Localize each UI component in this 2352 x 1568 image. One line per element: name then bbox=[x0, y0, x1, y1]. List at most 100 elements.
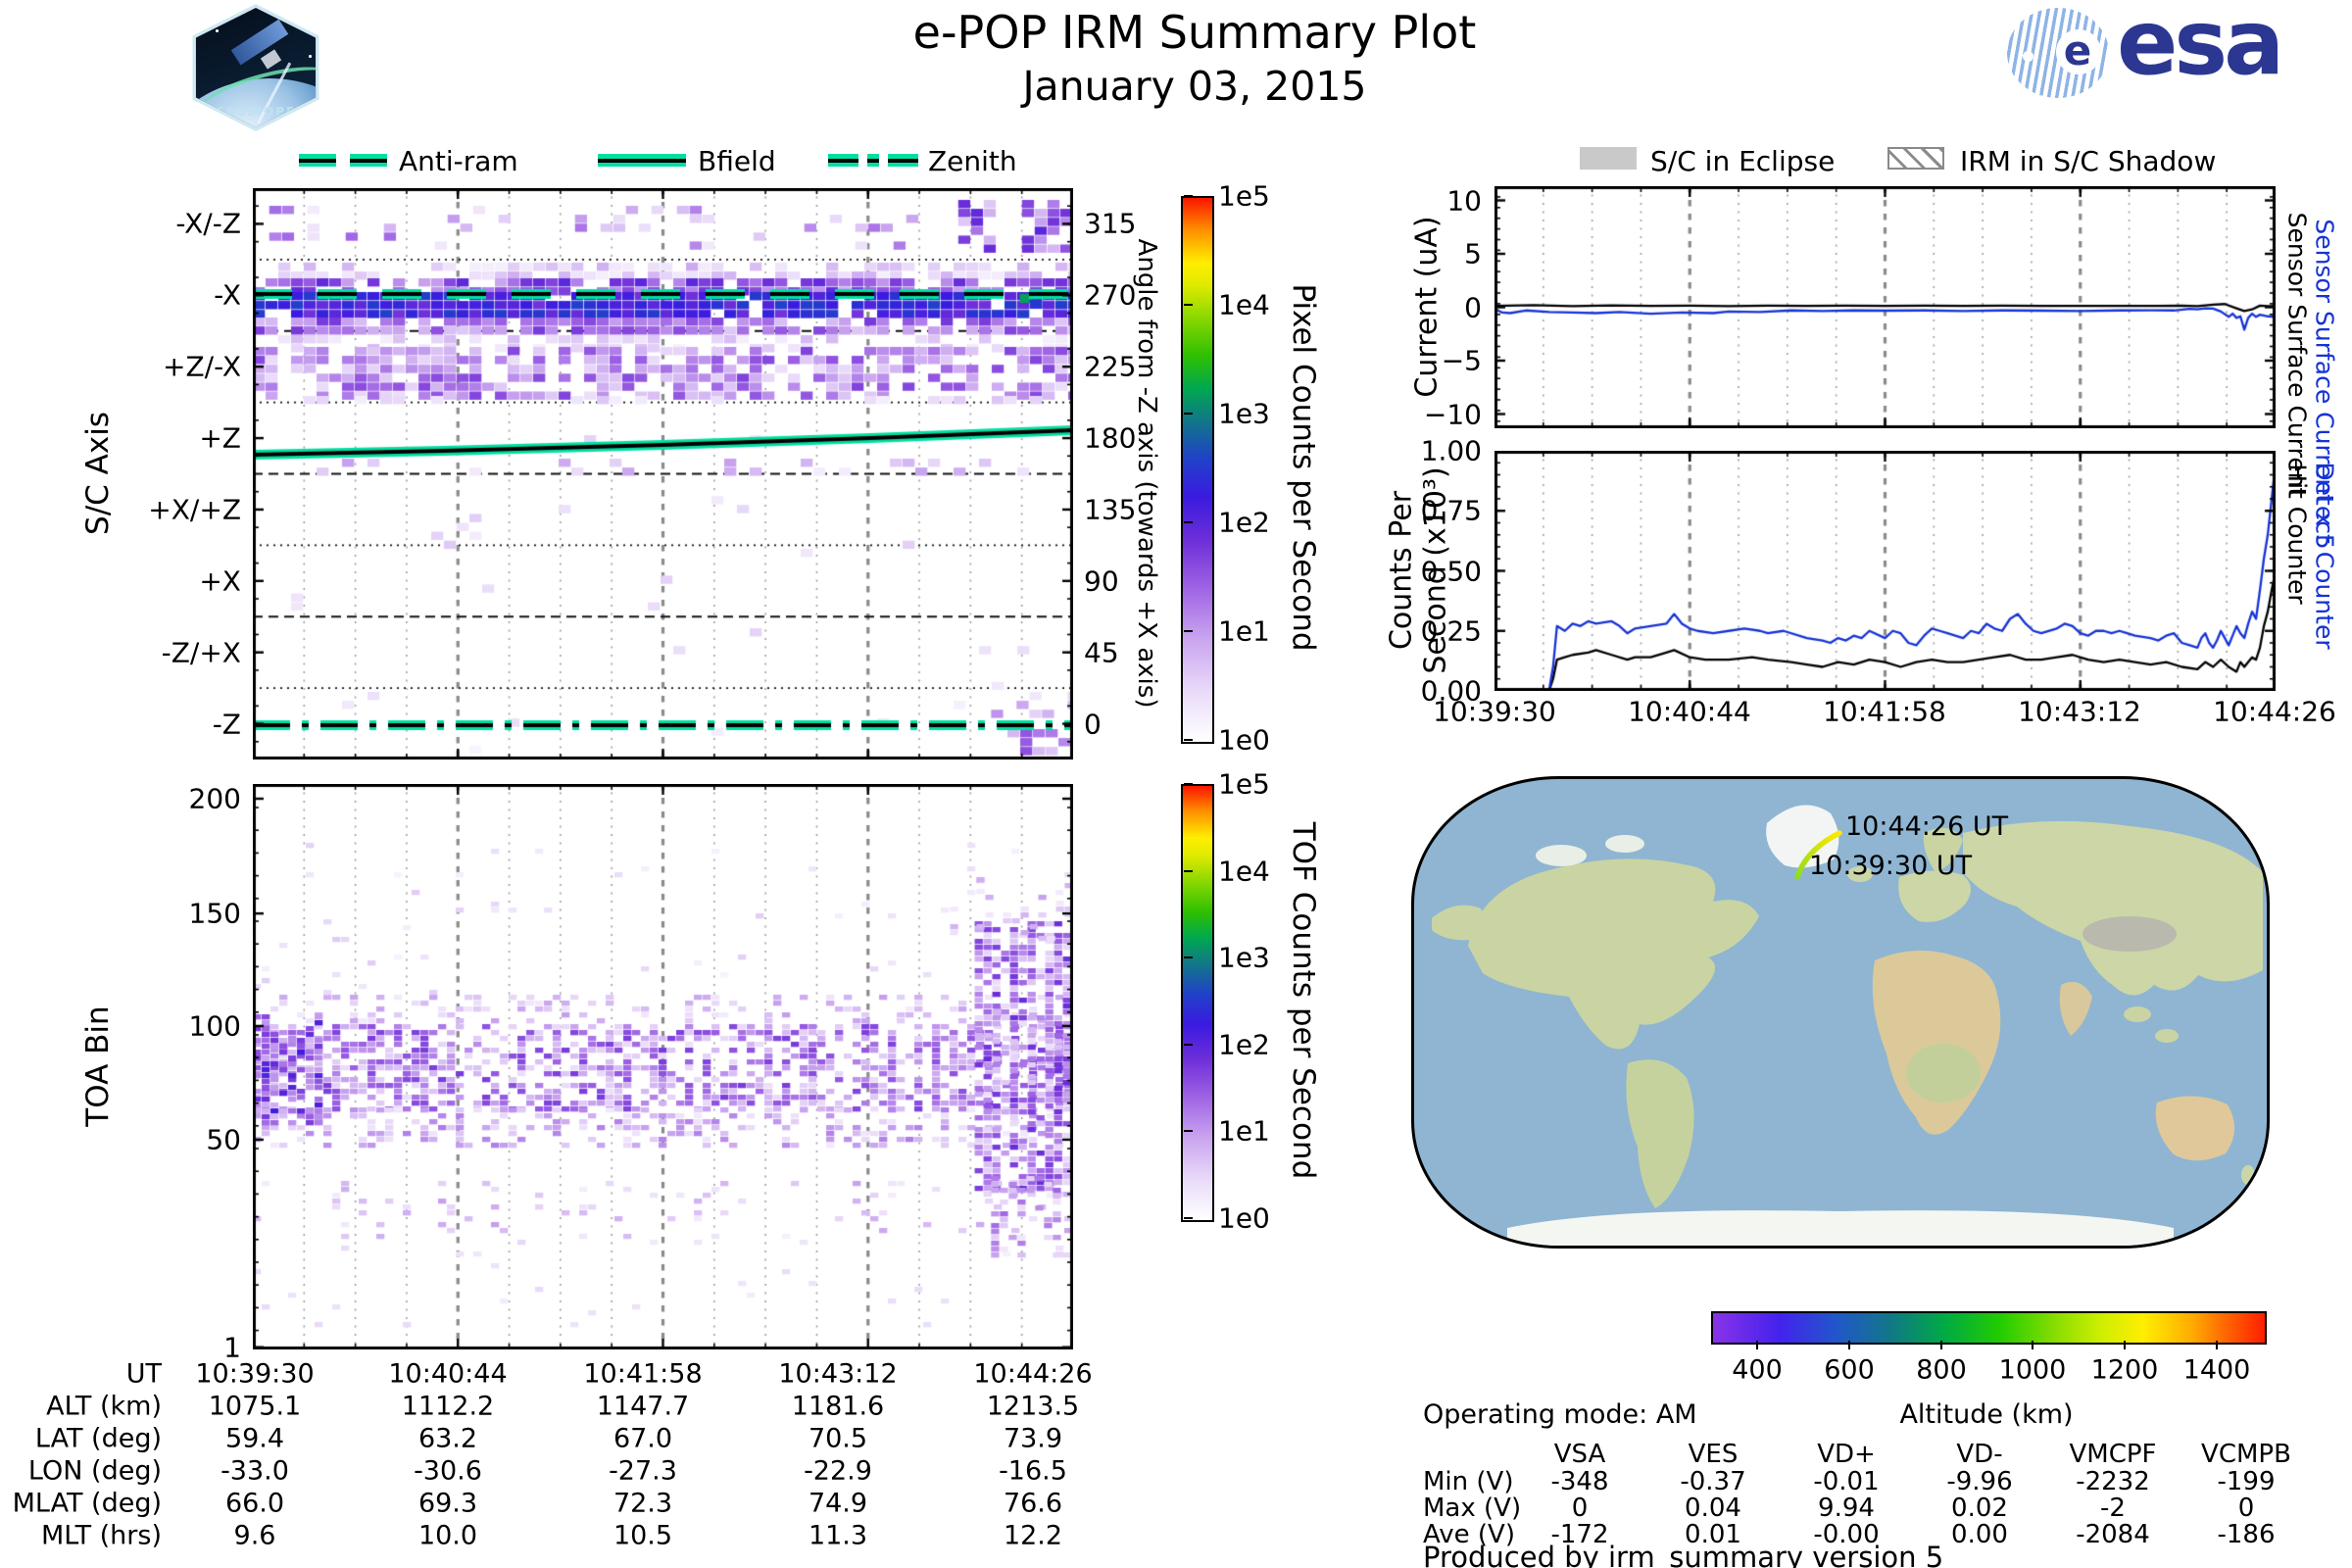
esa-logo-e: e bbox=[2063, 26, 2092, 74]
voltage-column-header: VCMPB bbox=[2201, 1440, 2291, 1469]
ephemeris-value: 69.3 bbox=[417, 1488, 478, 1519]
voltage-value: -186 bbox=[2217, 1520, 2276, 1549]
continent-south-america bbox=[1626, 1059, 1694, 1208]
himalaya bbox=[2082, 916, 2177, 952]
esa-logo-text: esa bbox=[2117, 0, 2284, 95]
esa-logo-globe: e bbox=[2007, 8, 2109, 98]
satellite-body bbox=[260, 49, 282, 70]
altitude-tick-label: 800 bbox=[1916, 1354, 1967, 1386]
current-tick-label: −5 bbox=[1441, 344, 1482, 377]
ephemeris-value: -22.9 bbox=[804, 1455, 872, 1487]
toa-tick-label: 200 bbox=[188, 782, 241, 815]
ephemeris-row-label: LAT (deg) bbox=[34, 1423, 162, 1454]
angle-tick-label: 180 bbox=[1084, 421, 1137, 455]
tick-mark bbox=[1184, 739, 1193, 741]
altitude-tick-label: 1000 bbox=[1998, 1354, 2067, 1386]
ephemeris-value: 76.6 bbox=[1003, 1488, 1063, 1519]
angle-tick-label: 315 bbox=[1084, 207, 1137, 240]
tof-colorbar-tick: 1e4 bbox=[1218, 855, 1270, 888]
voltage-value: 0.04 bbox=[1685, 1494, 1741, 1523]
tick-mark bbox=[2032, 1341, 2034, 1349]
angle-tick-label: 225 bbox=[1084, 350, 1137, 383]
india bbox=[2059, 981, 2092, 1036]
ephemeris-value: -33.0 bbox=[220, 1455, 289, 1487]
counts-tick-label: 0.50 bbox=[1420, 555, 1482, 587]
sc-axis-row-label: -Z bbox=[212, 708, 241, 741]
ephemeris-value: 10.5 bbox=[612, 1520, 673, 1551]
voltage-row-label: Min (V) bbox=[1423, 1467, 1514, 1496]
toa-tick-label: 100 bbox=[188, 1009, 241, 1043]
sc-axis-heatmap-panel bbox=[253, 188, 1073, 760]
current-tick-label: −10 bbox=[1423, 398, 1482, 430]
page-title: e-POP IRM Summary Plot bbox=[912, 6, 1477, 59]
tick-mark bbox=[1848, 1341, 1850, 1349]
sc-axis-row-label: +X bbox=[199, 564, 241, 598]
voltage-value: -0.00 bbox=[1813, 1520, 1880, 1549]
sensor-surface-current-label: Sensor Surface Current bbox=[2282, 212, 2312, 498]
legend-eclipse-label: S/C in Eclipse bbox=[1650, 145, 1836, 177]
counts-tick-label: 0.25 bbox=[1420, 614, 1482, 648]
central-africa bbox=[1906, 1044, 1981, 1102]
ephemeris-value: -16.5 bbox=[999, 1455, 1067, 1487]
alaska bbox=[1432, 905, 1485, 941]
voltage-value: 0 bbox=[2237, 1494, 2255, 1523]
southeast-asia bbox=[2124, 1006, 2151, 1022]
ephemeris-value: -30.6 bbox=[414, 1455, 482, 1487]
tof-colorbar bbox=[1181, 784, 1214, 1222]
ephemeris-value: 59.4 bbox=[224, 1423, 285, 1454]
counts-tick-label: 0.75 bbox=[1420, 494, 1482, 527]
toa-bin-heatmap-panel bbox=[253, 784, 1073, 1349]
pixel-colorbar-tick: 1e4 bbox=[1218, 288, 1270, 321]
angle-axis-label: Angle from -Z axis (towards +X axis) bbox=[1132, 238, 1161, 709]
angle-tick-label: 45 bbox=[1084, 636, 1119, 669]
time-tick-label: 10:39:30 bbox=[1433, 695, 1556, 728]
tof-colorbar-label: TOF Counts per Second bbox=[1286, 821, 1321, 1180]
ephemeris-value: 74.9 bbox=[808, 1488, 868, 1519]
altitude-bar-label: Altitude (km) bbox=[1899, 1399, 2074, 1430]
ephemeris-row-label: MLAT (deg) bbox=[12, 1488, 162, 1519]
tick-mark bbox=[2124, 1341, 2126, 1349]
tick-mark bbox=[1756, 1341, 1758, 1349]
ephemeris-value: 10:40:44 bbox=[388, 1358, 508, 1390]
ephemeris-value: 66.0 bbox=[224, 1488, 285, 1519]
ephemeris-value: 11.3 bbox=[808, 1520, 868, 1551]
sc-axis-row-label: -Z/+X bbox=[161, 636, 241, 669]
pixel-colorbar-label: Pixel Counts per Second bbox=[1286, 283, 1321, 652]
new-zealand bbox=[2241, 1165, 2255, 1185]
ephemeris-value: 73.9 bbox=[1003, 1423, 1063, 1454]
pixel-colorbar-tick: 1e1 bbox=[1218, 614, 1270, 648]
continent-north-america bbox=[1468, 858, 1759, 1050]
angle-tick-label: 135 bbox=[1084, 493, 1137, 526]
tick-mark bbox=[1184, 956, 1193, 959]
tof-colorbar-tick: 1e3 bbox=[1218, 941, 1270, 974]
voltage-column-header: VMCPF bbox=[2069, 1440, 2157, 1469]
hit-counter-label: Hit Counter bbox=[2282, 464, 2312, 605]
tick-mark bbox=[1940, 1341, 1942, 1349]
sc-axis-ylabel: S/C Axis bbox=[80, 412, 116, 535]
ephemeris-row-label: UT bbox=[125, 1358, 162, 1390]
voltage-value: -348 bbox=[1550, 1467, 1609, 1496]
ephemeris-value: 10:39:30 bbox=[195, 1358, 315, 1390]
ephemeris-value: 1075.1 bbox=[208, 1391, 302, 1422]
ephemeris-row-label: MLT (hrs) bbox=[40, 1520, 162, 1551]
bfield-line-sample bbox=[598, 154, 686, 167]
voltage-column-header: VD+ bbox=[1817, 1440, 1876, 1469]
voltage-value: 0.01 bbox=[1685, 1520, 1741, 1549]
cassiope-patch-art: CASSIOPE bbox=[195, 8, 317, 127]
tof-colorbar-tick: 1e0 bbox=[1218, 1201, 1270, 1235]
voltage-value: -0.01 bbox=[1813, 1467, 1880, 1496]
current-tick-label: 5 bbox=[1464, 237, 1482, 270]
voltage-value: -0.37 bbox=[1680, 1467, 1746, 1496]
voltage-value: 0 bbox=[1571, 1494, 1589, 1523]
voltage-value: 0.02 bbox=[1951, 1494, 2008, 1523]
tick-mark bbox=[1184, 521, 1193, 523]
angle-tick-label: 90 bbox=[1084, 564, 1119, 598]
voltage-value: 0.00 bbox=[1951, 1520, 2008, 1549]
ephemeris-value: 12.2 bbox=[1003, 1520, 1063, 1551]
voltage-value: -2084 bbox=[2076, 1520, 2150, 1549]
ephemeris-value: 1181.6 bbox=[791, 1391, 885, 1422]
eclipse-swatch bbox=[1580, 147, 1637, 170]
ephemeris-value: 63.2 bbox=[417, 1423, 478, 1454]
counts-tick-label: 1.00 bbox=[1420, 434, 1482, 467]
irm-shadow-swatch bbox=[1887, 147, 1944, 170]
